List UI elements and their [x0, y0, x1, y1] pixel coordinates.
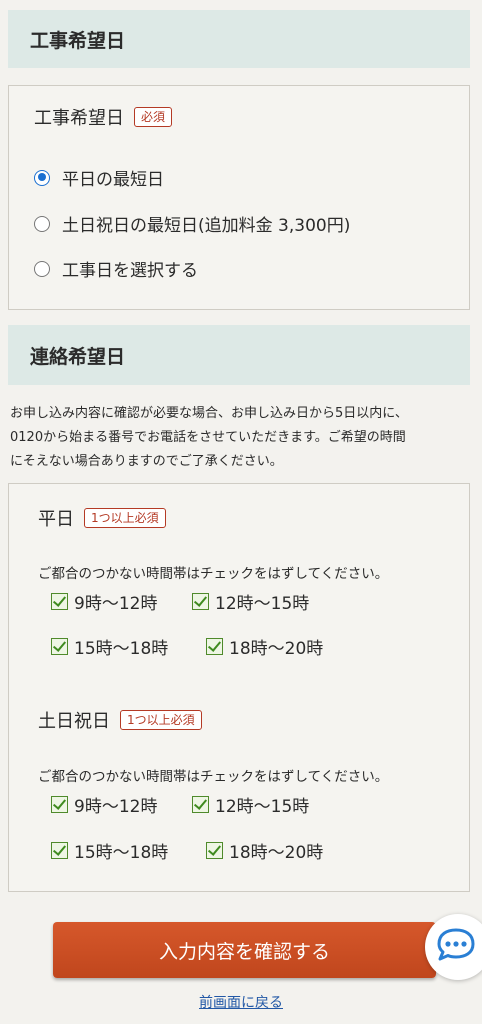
section-header-construction-date: 工事希望日 — [8, 10, 470, 68]
radio-button[interactable] — [34, 260, 50, 277]
radio-button-checked[interactable] — [34, 169, 50, 186]
checkbox-checked[interactable] — [51, 842, 68, 859]
required-badge: 1つ以上必須 — [120, 710, 202, 730]
notice-line: お申し込み内容に確認が必要な場合、お申し込み日から5日以内に、 — [10, 406, 408, 421]
chat-bubble-icon — [437, 928, 475, 961]
checkbox-weekend-18-20[interactable]: 18時〜20時 — [206, 838, 323, 863]
checkbox-weekday-9-12[interactable]: 9時〜12時 — [51, 589, 157, 614]
checkbox-weekend-12-15[interactable]: 12時〜15時 — [192, 792, 309, 817]
checkbox-weekday-12-15[interactable]: 12時〜15時 — [192, 589, 309, 614]
checkbox-checked[interactable] — [192, 796, 209, 813]
checkbox-checked[interactable] — [206, 842, 223, 859]
radio-label: 土日祝日の最短日(追加料金 3,300円) — [62, 216, 351, 236]
notice-line: にそえない場合ありますのでご了承ください。 — [10, 454, 283, 469]
checkbox-checked[interactable] — [51, 638, 68, 655]
checkbox-label: 15時〜18時 — [74, 639, 169, 659]
checkbox-label: 15時〜18時 — [74, 843, 169, 863]
back-link-label[interactable]: 前画面に戻る — [199, 995, 283, 1011]
section-header-contact-date: 連絡希望日 — [8, 325, 470, 385]
checkbox-checked[interactable] — [51, 796, 68, 813]
radio-button[interactable] — [34, 215, 50, 232]
checkbox-checked[interactable] — [206, 638, 223, 655]
checkbox-label: 12時〜15時 — [215, 797, 310, 817]
notice-line: 0120から始まる番号でお電話をさせていただきます。ご希望の時間 — [10, 430, 406, 445]
checkbox-label: 9時〜12時 — [74, 594, 158, 614]
field-title-construction-date: 工事希望日 必須 — [34, 104, 173, 130]
checkbox-label: 9時〜12時 — [74, 797, 158, 817]
button-label: 入力内容を確認する — [158, 940, 330, 963]
radio-label: 工事日を選択する — [62, 261, 198, 281]
field-title-weekend: 土日祝日 1つ以上必須 — [38, 707, 202, 733]
checkbox-label: 18時〜20時 — [229, 639, 324, 659]
checkbox-weekend-15-18[interactable]: 15時〜18時 — [51, 838, 168, 863]
confirm-input-button[interactable]: 入力内容を確認する — [53, 922, 436, 978]
time-hint: ご都合のつかない時間帯はチェックをはずしてください。 — [38, 566, 389, 582]
checkbox-label: 18時〜20時 — [229, 843, 324, 863]
field-label: 平日 — [38, 509, 74, 530]
field-label: 土日祝日 — [38, 711, 110, 732]
checkbox-weekend-9-12[interactable]: 9時〜12時 — [51, 792, 157, 817]
chat-button[interactable] — [425, 914, 482, 980]
contact-time-panel: 平日 1つ以上必須 ご都合のつかない時間帯はチェックをはずしてください。 9時〜… — [8, 483, 470, 892]
radio-label: 平日の最短日 — [62, 170, 164, 190]
checkbox-label: 12時〜15時 — [215, 594, 310, 614]
back-link[interactable]: 前画面に戻る — [0, 992, 482, 1012]
field-title-weekday: 平日 1つ以上必須 — [38, 505, 166, 531]
construction-date-panel: 工事希望日 必須 平日の最短日 土日祝日の最短日(追加料金 3,300円) 工事… — [8, 85, 470, 310]
checkbox-weekday-15-18[interactable]: 15時〜18時 — [51, 634, 168, 659]
radio-weekend-earliest[interactable]: 土日祝日の最短日(追加料金 3,300円) — [34, 211, 350, 236]
required-badge: 必須 — [134, 107, 173, 127]
checkbox-checked[interactable] — [51, 593, 68, 610]
radio-weekday-earliest[interactable]: 平日の最短日 — [34, 165, 164, 190]
section-title: 工事希望日 — [30, 29, 126, 52]
checkbox-weekday-18-20[interactable]: 18時〜20時 — [206, 634, 323, 659]
field-label: 工事希望日 — [34, 108, 124, 129]
section-title: 連絡希望日 — [30, 345, 126, 368]
required-badge: 1つ以上必須 — [84, 508, 166, 528]
contact-notice: お申し込み内容に確認が必要な場合、お申し込み日から5日以内に、 0120から始ま… — [10, 402, 475, 474]
time-hint: ご都合のつかない時間帯はチェックをはずしてください。 — [38, 769, 389, 785]
radio-select-date[interactable]: 工事日を選択する — [34, 256, 198, 281]
checkbox-checked[interactable] — [192, 593, 209, 610]
